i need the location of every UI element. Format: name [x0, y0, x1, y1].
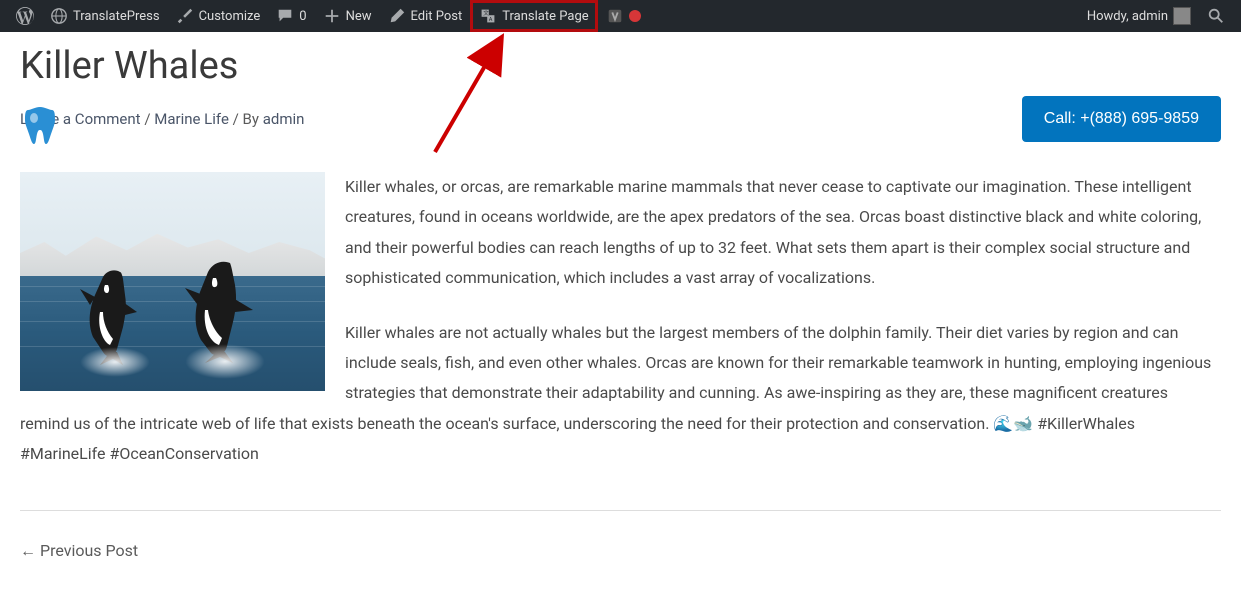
page-title: Killer Whales	[20, 44, 1221, 88]
edit-post-menu[interactable]: Edit Post	[380, 0, 471, 32]
translate-icon: 文A	[479, 7, 497, 25]
status-dot-icon	[629, 10, 641, 22]
admin-bar-right: Howdy, admin	[1079, 0, 1233, 32]
new-menu[interactable]: New	[315, 0, 380, 32]
globe-icon	[50, 7, 68, 25]
customize-menu[interactable]: Customize	[168, 0, 269, 32]
customize-label: Customize	[199, 9, 261, 24]
yoast-menu[interactable]	[598, 0, 649, 32]
pencil-icon	[388, 7, 406, 25]
post-meta: Leave a Comment / Marine Life / By admin	[20, 110, 304, 128]
comments-count: 0	[299, 9, 306, 24]
plus-icon	[323, 7, 341, 25]
svg-text:A: A	[489, 17, 493, 23]
search-icon	[1207, 7, 1225, 25]
account-menu[interactable]: Howdy, admin	[1079, 0, 1199, 32]
wordpress-icon	[16, 7, 34, 25]
prev-post-link[interactable]: ← Previous Post	[20, 541, 1221, 561]
brush-icon	[176, 7, 194, 25]
translate-page-menu[interactable]: 文A Translate Page	[470, 0, 597, 32]
meta-sep2: / By	[229, 110, 263, 128]
search-toggle[interactable]	[1199, 0, 1233, 32]
meta-sep: /	[141, 110, 155, 128]
comment-icon	[276, 7, 294, 25]
admin-bar-left: TranslatePress Customize 0 New Edit Post	[8, 0, 649, 32]
wp-admin-bar: TranslatePress Customize 0 New Edit Post	[0, 0, 1241, 32]
translatepress-label: TranslatePress	[73, 9, 160, 24]
hero-image	[20, 172, 325, 391]
edit-post-label: Edit Post	[411, 9, 463, 24]
avatar	[1173, 7, 1191, 25]
wp-logo[interactable]	[8, 0, 42, 32]
yoast-icon	[606, 7, 624, 25]
divider	[20, 510, 1221, 511]
translate-page-label: Translate Page	[502, 9, 588, 24]
howdy-label: Howdy, admin	[1087, 9, 1168, 24]
article-body: Killer whales, or orcas, are remarkable …	[20, 172, 1221, 470]
translatepress-menu[interactable]: TranslatePress	[42, 0, 168, 32]
call-button[interactable]: Call: +(888) 695-9859	[1022, 96, 1221, 142]
new-label: New	[346, 9, 372, 24]
category-link[interactable]: Marine Life	[154, 110, 229, 128]
page-content: Killer Whales Leave a Comment / Marine L…	[0, 32, 1241, 591]
author-link[interactable]: admin	[263, 110, 305, 128]
meta-row: Leave a Comment / Marine Life / By admin…	[20, 96, 1221, 142]
comments-menu[interactable]: 0	[268, 0, 314, 32]
tooth-icon[interactable]	[20, 102, 60, 151]
